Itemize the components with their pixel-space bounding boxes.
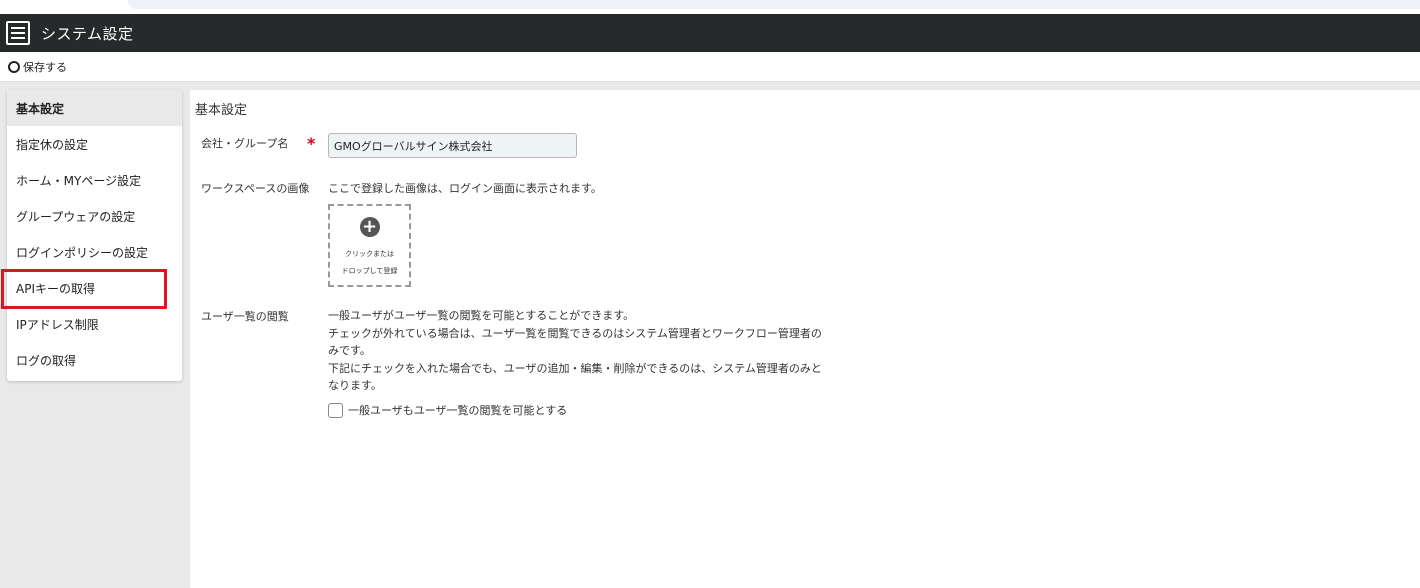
desc-line-4: 下記にチェックを入れた場合でも、ユーザの追加・編集・削除ができるのは、システム管… [328,361,822,375]
page-title: システム設定 [41,24,134,43]
plus-icon: + [359,217,380,237]
browser-strip [0,0,1420,14]
desc-line-3: みです。 [328,344,371,357]
dropzone-line-1: クリックまたは [344,250,394,258]
sidebar-item-basic-settings[interactable]: 基本設定 [7,90,182,126]
address-bar [128,0,1420,9]
sidebar-item-login-policy[interactable]: ログインポリシーの設定 [7,234,182,270]
user-list-label: ユーザ一覧の閲覧 [201,310,289,323]
save-toolbar: 保存する [0,52,1420,82]
dropzone-line-2: ドロップして登録 [341,267,398,275]
desc-line-1: 一般ユーザがユーザ一覧の閲覧を可能とすることができます。 [328,309,635,322]
settings-content: 基本設定 会社・グループ名 * ワークスペースの画像 ここで登録した画像は、ログ… [190,90,1420,588]
user-list-checkbox[interactable] [328,402,343,418]
sidebar-item-home-mypage-settings[interactable]: ホーム・MYページ設定 [7,162,182,198]
top-bar: システム設定 [0,14,1420,52]
desc-line-5: なります。 [328,379,382,392]
sidebar-item-holiday-settings[interactable]: 指定休の設定 [7,126,182,162]
hamburger-icon[interactable] [6,21,30,45]
desc-line-2: チェックが外れている場合は、ユーザ一覧を閲覧できるのはシステム管理者とワークフロ… [328,326,822,340]
user-list-description: 一般ユーザがユーザ一覧の閲覧を可能とすることができます。 チェックが外れている場… [328,307,858,395]
main-area: 基本設定 指定休の設定 ホーム・MYページ設定 グループウェアの設定 ログインポ… [0,82,1420,588]
company-name-input[interactable] [328,133,577,158]
section-title: 基本設定 [195,103,248,118]
user-list-checkbox-label[interactable]: 一般ユーザもユーザ一覧の閲覧を可能とする [348,402,567,418]
save-circle-icon[interactable] [8,60,20,73]
sidebar-item-logs[interactable]: ログの取得 [7,342,182,378]
company-name-label: 会社・グループ名 [201,137,289,150]
required-mark: * [307,134,316,153]
image-dropzone[interactable]: + クリックまたは ドロップして登録 [328,204,411,287]
workspace-image-hint: ここで登録した画像は、ログイン画面に表示されます。 [328,182,602,195]
user-list-checkbox-row[interactable]: 一般ユーザもユーザ一覧の閲覧を可能とする [328,402,567,418]
sidebar-item-ip-restriction[interactable]: IPアドレス制限 [7,306,182,342]
settings-sidebar: 基本設定 指定休の設定 ホーム・MYページ設定 グループウェアの設定 ログインポ… [7,90,182,381]
sidebar-item-groupware-settings[interactable]: グループウェアの設定 [7,198,182,234]
dropzone-text: クリックまたは ドロップして登録 [342,246,398,280]
save-button[interactable]: 保存する [23,59,67,75]
highlight-annotation-box [1,269,167,309]
workspace-image-label: ワークスペースの画像 [201,182,310,195]
